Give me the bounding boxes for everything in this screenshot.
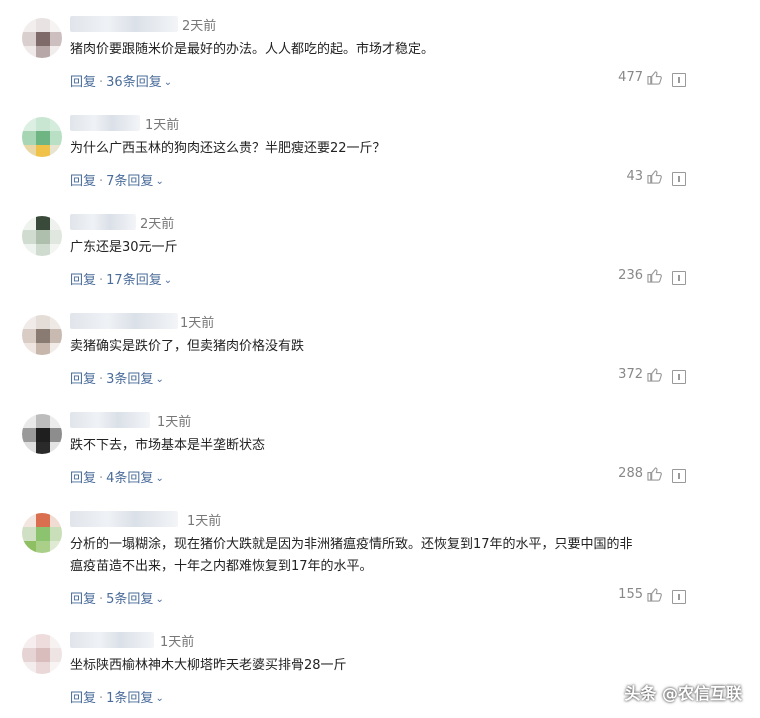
report-icon[interactable]: [672, 73, 686, 87]
username-blurred[interactable]: [70, 313, 178, 329]
separator: ·: [99, 372, 104, 387]
reply-button[interactable]: 回复: [70, 592, 96, 607]
chevron-down-icon[interactable]: ⌄: [164, 77, 172, 88]
reply-button[interactable]: 回复: [70, 273, 96, 288]
chevron-down-icon[interactable]: ⌄: [155, 473, 163, 484]
chevron-down-icon[interactable]: ⌄: [155, 594, 163, 605]
comment-actions: 回复 · 17条回复 ⌄: [70, 269, 172, 288]
separator: ·: [99, 691, 104, 706]
comment-time: 2天前: [140, 217, 175, 232]
like-count: 477: [618, 70, 643, 85]
like-group: 155: [618, 587, 662, 602]
avatar[interactable]: [22, 634, 62, 674]
like-count: 236: [618, 268, 643, 283]
reply-button[interactable]: 回复: [70, 174, 96, 189]
thumbs-up-icon[interactable]: [647, 70, 662, 85]
like-count: 43: [626, 169, 643, 184]
report-icon[interactable]: [672, 271, 686, 285]
like-group: 288: [618, 466, 662, 481]
reply-button[interactable]: 回复: [70, 372, 96, 387]
thumbs-up-icon[interactable]: [647, 268, 662, 283]
avatar[interactable]: [22, 414, 62, 454]
comment-item: 1天前 卖猪确实是跌价了，但卖猪肉价格没有跌 回复 · 3条回复 ⌄ 372: [0, 307, 760, 397]
username-blurred[interactable]: [70, 16, 178, 32]
report-icon[interactable]: [672, 370, 686, 384]
separator: ·: [99, 592, 104, 607]
avatar[interactable]: [22, 18, 62, 58]
report-icon[interactable]: [672, 172, 686, 186]
avatar[interactable]: [22, 216, 62, 256]
watermark: 头条 @农信互联: [624, 684, 742, 703]
comment-actions: 回复 · 3条回复 ⌄: [70, 368, 164, 387]
comment-actions: 回复 · 5条回复 ⌄: [70, 588, 164, 607]
report-icon[interactable]: [672, 469, 686, 483]
separator: ·: [99, 75, 104, 90]
username-blurred[interactable]: [70, 511, 178, 527]
separator: ·: [99, 273, 104, 288]
separator: ·: [99, 471, 104, 486]
thumbs-up-icon[interactable]: [647, 169, 662, 184]
comment-time: 2天前: [182, 19, 217, 34]
comment-text: 跌不下去，市场基本是半垄断状态: [70, 438, 266, 453]
view-replies-link[interactable]: 36条回复: [106, 75, 162, 90]
avatar[interactable]: [22, 315, 62, 355]
comment-actions: 回复 · 7条回复 ⌄: [70, 170, 164, 189]
comment-time: 1天前: [145, 118, 180, 133]
avatar[interactable]: [22, 117, 62, 157]
thumbs-up-icon[interactable]: [647, 367, 662, 382]
comment-time: 1天前: [157, 415, 192, 430]
comment-text: 坐标陕西榆林神木大柳塔昨天老婆买排骨28一斤: [70, 658, 347, 673]
comment-text: 为什么广西玉林的狗肉还这么贵？半肥瘦还要22一斤？: [70, 141, 386, 156]
comment-item: 2天前 猪肉价要跟随米价是最好的办法。人人都吃的起。市场才稳定。 回复 · 36条回…: [0, 10, 760, 100]
comment-item: 1天前 分析的一塌糊涂，现在猪价大跌就是因为非洲猪瘟疫情所致。还恢复到17年的水…: [0, 505, 760, 620]
comment-text-line-2: 瘟疫苗造不出来，十年之内都难恢复到17年的水平。: [70, 559, 373, 574]
reply-button[interactable]: 回复: [70, 471, 96, 486]
chevron-down-icon[interactable]: ⌄: [155, 693, 163, 704]
view-replies-link[interactable]: 4条回复: [106, 471, 153, 486]
reply-button[interactable]: 回复: [70, 75, 96, 90]
like-count: 155: [618, 587, 643, 602]
comment-text-line-1: 分析的一塌糊涂，现在猪价大跌就是因为非洲猪瘟疫情所致。还恢复到17年的水平，只要…: [70, 537, 633, 552]
like-group: 236: [618, 268, 662, 283]
reply-button[interactable]: 回复: [70, 691, 96, 706]
username-blurred[interactable]: [70, 632, 154, 648]
username-blurred[interactable]: [70, 115, 140, 131]
comment-text: 广东还是30元一斤: [70, 240, 178, 255]
username-blurred[interactable]: [70, 214, 136, 230]
view-replies-link[interactable]: 17条回复: [106, 273, 162, 288]
like-count: 372: [618, 367, 643, 382]
comment-item: 1天前 为什么广西玉林的狗肉还这么贵？半肥瘦还要22一斤？ 回复 · 7条回复 ⌄ 4…: [0, 109, 760, 199]
separator: ·: [99, 174, 104, 189]
like-count: 288: [618, 466, 643, 481]
comment-actions: 回复 · 1条回复 ⌄: [70, 687, 164, 706]
username-blurred[interactable]: [70, 412, 150, 428]
thumbs-up-icon[interactable]: [647, 466, 662, 481]
comment-item: 1天前 坐标陕西榆林神木大柳塔昨天老婆买排骨28一斤 回复 · 1条回复 ⌄: [0, 626, 760, 718]
like-group: 477: [618, 70, 662, 85]
like-group: 372: [618, 367, 662, 382]
comment-item: 2天前 广东还是30元一斤 回复 · 17条回复 ⌄ 236: [0, 208, 760, 298]
view-replies-link[interactable]: 5条回复: [106, 592, 153, 607]
comment-time: 1天前: [160, 635, 195, 650]
comment-text: 卖猪确实是跌价了，但卖猪肉价格没有跌: [70, 339, 305, 354]
comment-time: 1天前: [187, 514, 222, 529]
like-group: 43: [626, 169, 662, 184]
comment-actions: 回复 · 36条回复 ⌄: [70, 71, 172, 90]
view-replies-link[interactable]: 1条回复: [106, 691, 153, 706]
comment-text: 猪肉价要跟随米价是最好的办法。人人都吃的起。市场才稳定。: [70, 42, 435, 57]
thumbs-up-icon[interactable]: [647, 587, 662, 602]
comment-time: 1天前: [180, 316, 215, 331]
chevron-down-icon[interactable]: ⌄: [164, 275, 172, 286]
view-replies-link[interactable]: 3条回复: [106, 372, 153, 387]
view-replies-link[interactable]: 7条回复: [106, 174, 153, 189]
avatar[interactable]: [22, 513, 62, 553]
report-icon[interactable]: [672, 590, 686, 604]
comment-actions: 回复 · 4条回复 ⌄: [70, 467, 164, 486]
chevron-down-icon[interactable]: ⌄: [155, 176, 163, 187]
comment-item: 1天前 跌不下去，市场基本是半垄断状态 回复 · 4条回复 ⌄ 288: [0, 406, 760, 496]
chevron-down-icon[interactable]: ⌄: [155, 374, 163, 385]
